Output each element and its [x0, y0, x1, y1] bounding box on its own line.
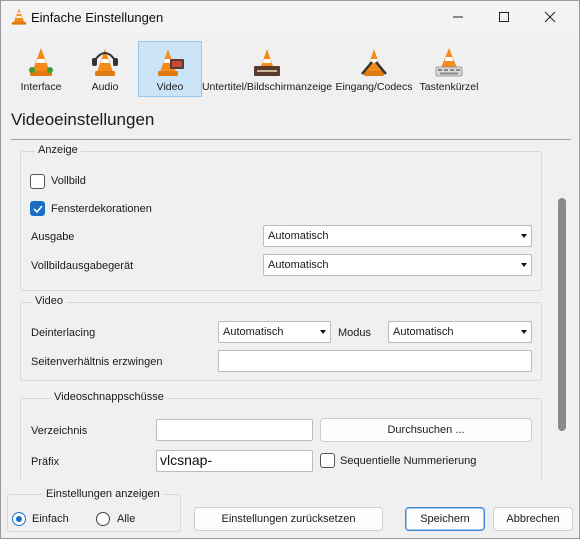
- tab-video-label: Video: [156, 81, 184, 93]
- aspect-ratio-input[interactable]: [218, 350, 532, 372]
- page-title: Videoeinstellungen: [11, 110, 155, 129]
- deinterlacing-select-value: Automatisch: [223, 326, 284, 338]
- close-icon: [544, 11, 556, 23]
- tab-hotkeys-label: Tastenkürzel: [419, 81, 479, 93]
- chevron-down-icon: [521, 234, 527, 238]
- scrollbar-thumb[interactable]: [558, 198, 566, 431]
- video-cone-icon: [158, 49, 184, 76]
- deinterlacing-label: Deinterlacing: [31, 327, 96, 339]
- tab-hotkeys[interactable]: Tastenkürzel: [417, 41, 481, 97]
- chevron-down-icon: [320, 330, 326, 334]
- snapshot-group-title: Videoschnappschüsse: [51, 391, 167, 403]
- fullscreen-device-select[interactable]: Automatisch: [263, 254, 532, 276]
- subtitles-cone-icon: [254, 49, 280, 76]
- tab-interface-label: Interface: [20, 81, 62, 93]
- window-decorations-label: Fensterdekorationen: [51, 203, 152, 215]
- fullscreen-device-select-value: Automatisch: [268, 259, 329, 271]
- tab-interface[interactable]: Interface: [11, 41, 71, 97]
- category-toolbar: Interface Audio Video Untertitel/Bildsch…: [1, 38, 579, 98]
- tab-subtitles-osd-label: Untertitel/Bildschirmanzeige: [201, 81, 333, 93]
- maximize-button[interactable]: [481, 1, 527, 33]
- window-title: Einfache Einstellungen: [31, 10, 164, 25]
- maximize-icon: [499, 12, 509, 22]
- sequential-numbering-label: Sequentielle Nummerierung: [340, 455, 477, 467]
- checkmark-icon: [33, 205, 43, 214]
- fullscreen-checkbox[interactable]: [30, 174, 45, 189]
- input-codecs-cone-icon: [361, 49, 387, 76]
- output-label: Ausgabe: [31, 231, 75, 243]
- minimize-button[interactable]: [435, 1, 481, 33]
- tab-input-codecs[interactable]: Eingang/Codecs: [335, 41, 413, 97]
- hotkeys-cone-icon: [435, 48, 463, 77]
- sequential-numbering-checkbox[interactable]: [320, 453, 335, 468]
- vlc-cone-icon: [11, 8, 27, 25]
- tab-subtitles-osd[interactable]: Untertitel/Bildschirmanzeige: [201, 41, 333, 97]
- reset-settings-button[interactable]: Einstellungen zurücksetzen: [194, 507, 383, 531]
- chevron-down-icon: [521, 330, 527, 334]
- directory-input[interactable]: [156, 419, 313, 441]
- directory-label: Verzeichnis: [31, 425, 88, 437]
- browse-button[interactable]: Durchsuchen ...: [320, 418, 532, 442]
- prefix-input[interactable]: vlcsnap-: [156, 450, 313, 472]
- title-divider: [11, 139, 571, 140]
- prefix-value: vlcsnap-: [160, 452, 213, 468]
- deinterlacing-select[interactable]: Automatisch: [218, 321, 331, 343]
- prefix-label: Präfix: [31, 456, 60, 468]
- fullscreen-label: Vollbild: [51, 175, 86, 187]
- window-decorations-checkbox[interactable]: [30, 201, 45, 216]
- cancel-button[interactable]: Abbrechen: [493, 507, 573, 531]
- all-radio[interactable]: [96, 512, 110, 526]
- output-select-value: Automatisch: [268, 230, 329, 242]
- fullscreen-device-label: Vollbildausgabegerät: [31, 260, 134, 272]
- simple-label: Einfach: [32, 513, 69, 525]
- save-button[interactable]: Speichern: [405, 507, 485, 531]
- tab-input-codecs-label: Eingang/Codecs: [335, 81, 413, 93]
- simple-radio[interactable]: [12, 512, 26, 526]
- all-label: Alle: [117, 513, 136, 525]
- preferences-window: Einfache Einstellungen Interface Audio V…: [0, 0, 580, 539]
- aspect-ratio-label: Seitenverhältnis erzwingen: [31, 356, 163, 368]
- audio-cone-icon: [92, 49, 118, 76]
- display-group-title: Anzeige: [35, 144, 81, 156]
- title-bar: Einfache Einstellungen: [1, 1, 579, 33]
- mode-label: Modus: [338, 327, 372, 339]
- close-button[interactable]: [527, 1, 573, 33]
- output-select[interactable]: Automatisch: [263, 225, 532, 247]
- settings-scroll-area[interactable]: Anzeige Vollbild Fensterdekorationen Aus…: [1, 141, 579, 481]
- tab-video[interactable]: Video: [138, 41, 202, 97]
- interface-cone-icon: [29, 48, 53, 76]
- chevron-down-icon: [521, 263, 527, 267]
- mode-select-value: Automatisch: [393, 326, 454, 338]
- show-settings-title: Einstellungen anzeigen: [43, 488, 163, 500]
- tab-audio-label: Audio: [91, 81, 119, 93]
- mode-select[interactable]: Automatisch: [388, 321, 532, 343]
- minimize-icon: [453, 16, 463, 18]
- tab-audio[interactable]: Audio: [77, 41, 133, 97]
- video-group-title: Video: [32, 295, 66, 307]
